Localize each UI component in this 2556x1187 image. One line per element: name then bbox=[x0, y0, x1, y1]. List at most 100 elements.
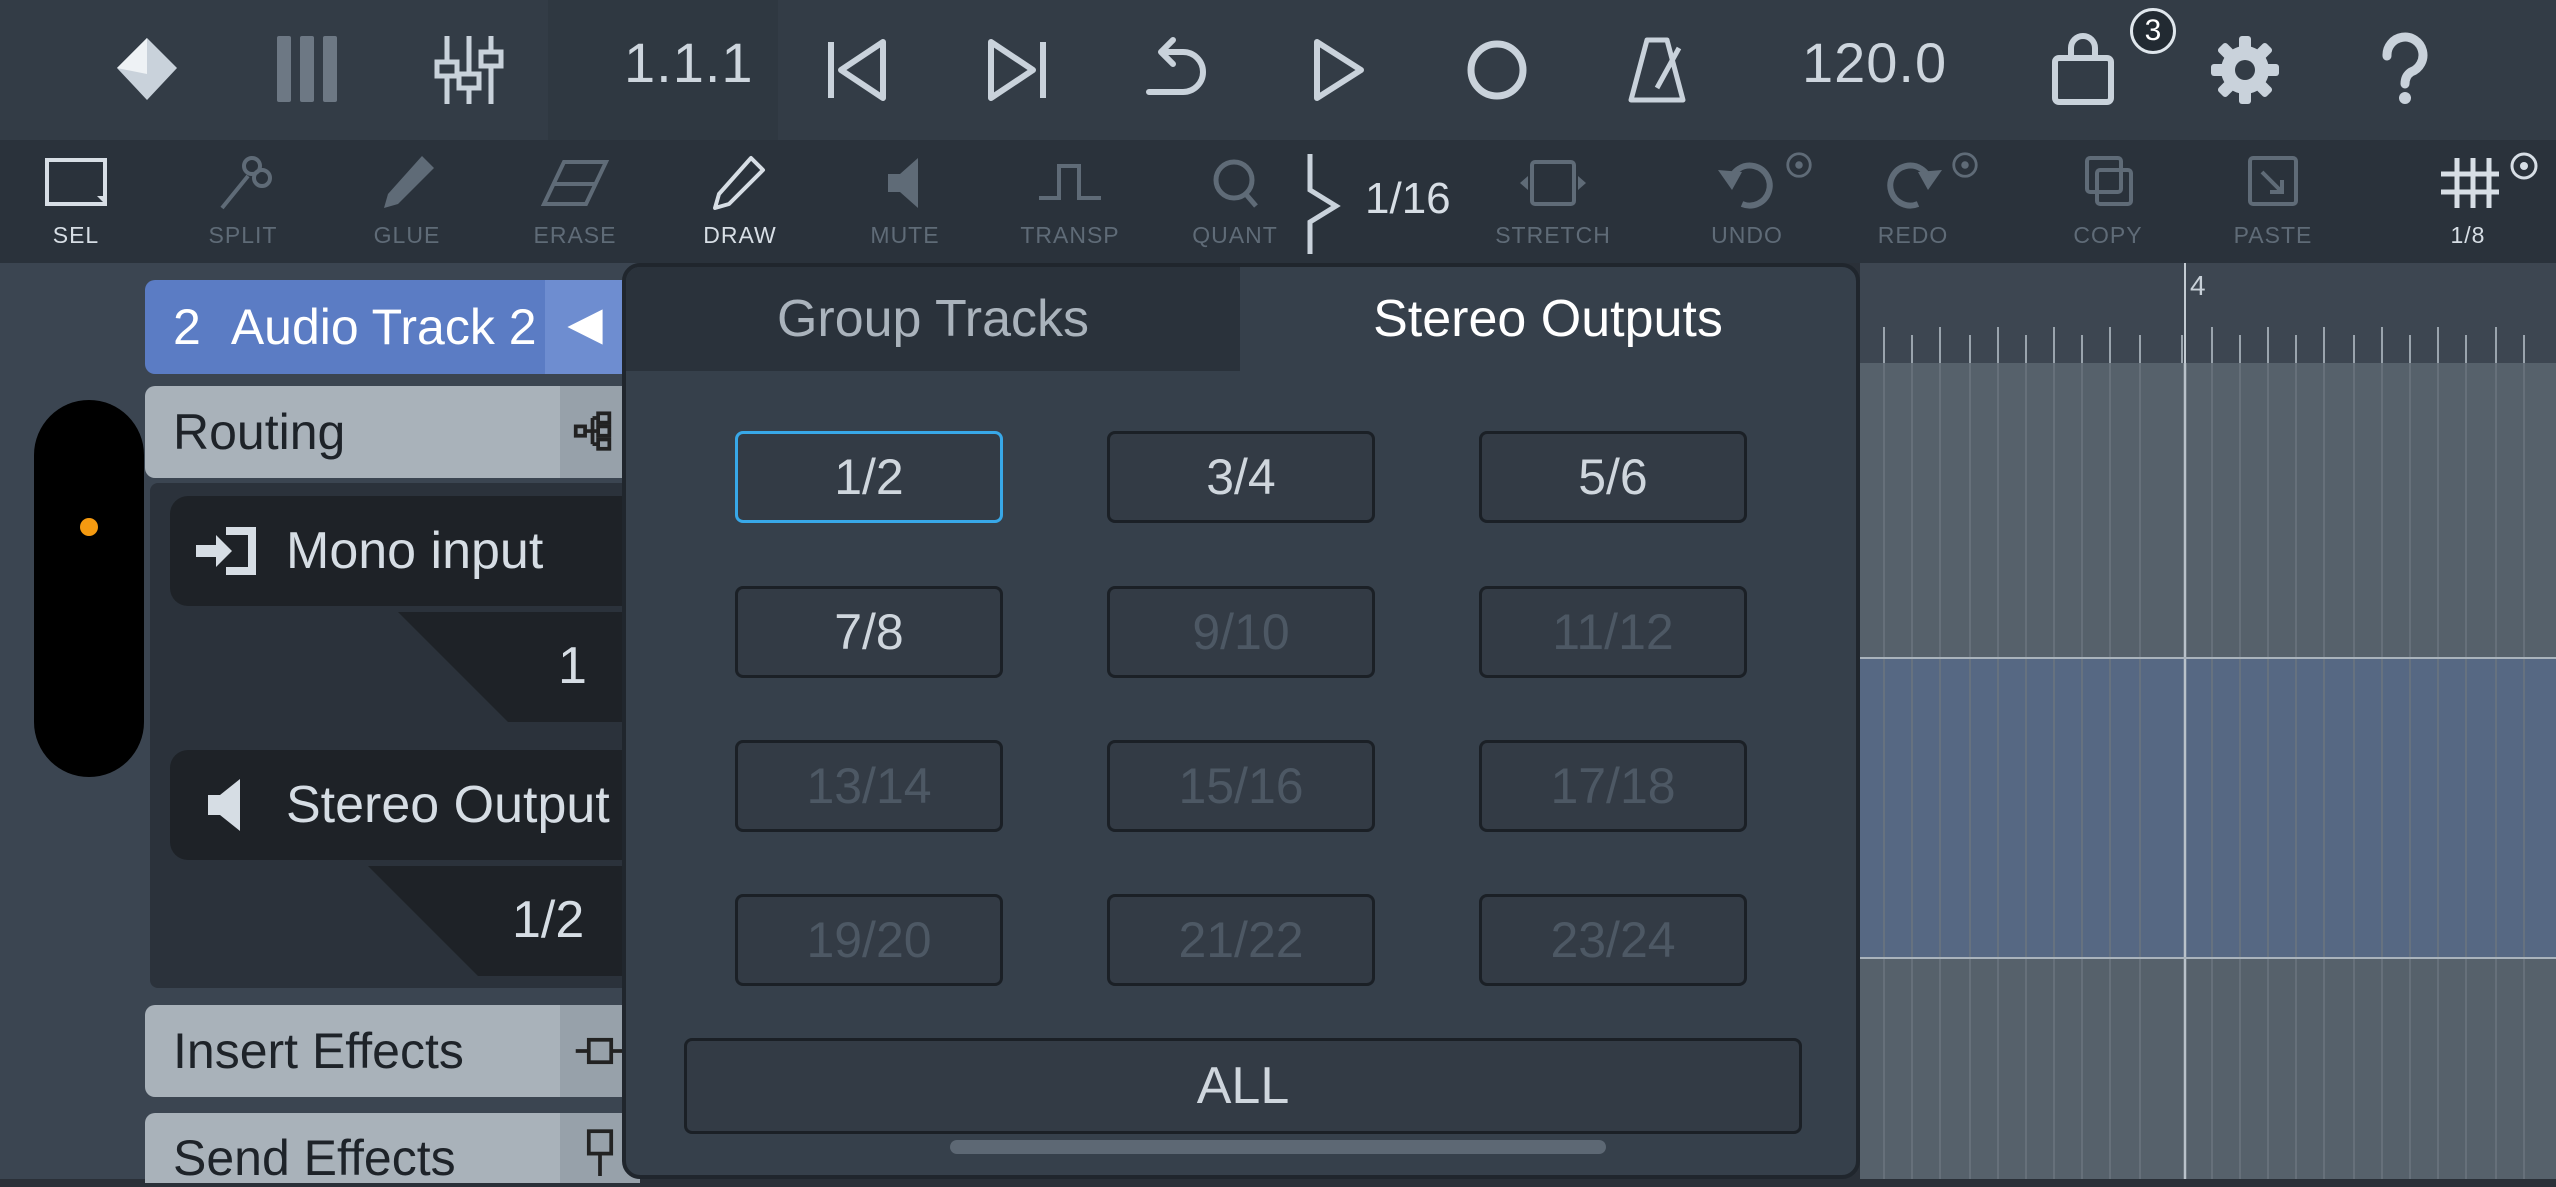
notification-badge: 3 bbox=[2130, 8, 2176, 54]
settings-button[interactable] bbox=[2190, 20, 2300, 120]
output-option[interactable]: 5/6 bbox=[1479, 431, 1747, 523]
track-name: Audio Track 2 bbox=[230, 299, 537, 355]
tab-group-tracks[interactable]: Group Tracks bbox=[626, 267, 1240, 371]
browser-button[interactable] bbox=[92, 20, 202, 120]
output-value: 1/2 bbox=[512, 891, 585, 949]
tool-label: 1/8 bbox=[2450, 222, 2486, 248]
undo-icon bbox=[1718, 162, 1773, 209]
output-option[interactable]: 1/2 bbox=[735, 431, 1003, 523]
cube-icon bbox=[117, 38, 177, 100]
routing-section[interactable]: Routing bbox=[145, 386, 640, 478]
tool-stretch[interactable]: STRETCH bbox=[1478, 152, 1628, 262]
tool-label: SEL bbox=[52, 222, 100, 248]
gear-icon bbox=[2211, 36, 2279, 104]
grid-options-icon bbox=[2510, 152, 2538, 180]
output-option[interactable]: 15/16 bbox=[1107, 740, 1375, 832]
tool-erase[interactable]: ERASE bbox=[500, 152, 650, 262]
redo-icon bbox=[1887, 162, 1942, 209]
tool-split[interactable]: SPLIT bbox=[168, 152, 318, 262]
stretch-icon bbox=[1520, 160, 1586, 206]
track-header[interactable]: 2 Audio Track 2 bbox=[145, 280, 625, 374]
track-number: 2 bbox=[173, 299, 201, 355]
output-option[interactable]: 3/4 bbox=[1107, 431, 1375, 523]
output-option[interactable]: 11/12 bbox=[1479, 586, 1747, 678]
popup-scroll-indicator[interactable] bbox=[950, 1140, 1606, 1154]
split-icon bbox=[220, 156, 272, 210]
tool-copy[interactable]: COPY bbox=[2033, 152, 2183, 262]
quantize-value[interactable]: 1/16 bbox=[1365, 174, 1451, 224]
input-selector[interactable]: Mono input bbox=[170, 496, 640, 606]
tool-label: STRETCH bbox=[1495, 222, 1611, 248]
draw-icon bbox=[713, 156, 765, 210]
tool-transpose[interactable]: TRANSP bbox=[995, 152, 1145, 262]
tab-stereo-outputs[interactable]: Stereo Outputs bbox=[1240, 267, 1856, 371]
paste-icon bbox=[2248, 156, 2298, 206]
section-label: Send Effects bbox=[173, 1130, 456, 1186]
lane-gridlines bbox=[1883, 363, 2525, 1179]
output-option[interactable]: 19/20 bbox=[735, 894, 1003, 986]
tempo-display[interactable]: 120.0 bbox=[1802, 30, 1947, 95]
routing-icon bbox=[573, 411, 612, 451]
shop-button[interactable] bbox=[2028, 20, 2138, 120]
forward-button[interactable] bbox=[962, 20, 1072, 120]
tool-draw[interactable]: DRAW bbox=[665, 152, 815, 262]
glue-icon bbox=[384, 156, 434, 208]
all-outputs-button[interactable]: ALL bbox=[684, 1038, 1802, 1134]
shopping-bag-icon bbox=[2052, 33, 2114, 105]
mixer-button[interactable] bbox=[414, 20, 524, 120]
tool-label: UNDO bbox=[1711, 222, 1783, 248]
lane-divider bbox=[1860, 957, 2556, 959]
ruler-bar-number: 4 bbox=[2190, 270, 2206, 301]
rewind-button[interactable] bbox=[802, 20, 912, 120]
output-option[interactable]: 9/10 bbox=[1107, 586, 1375, 678]
position-display[interactable]: 1.1.1 bbox=[624, 30, 754, 95]
loop-button[interactable] bbox=[1122, 20, 1232, 120]
question-icon bbox=[2382, 32, 2428, 104]
output-label: Stereo Output bbox=[286, 776, 610, 834]
record-button[interactable] bbox=[1442, 20, 1552, 120]
tool-quantize[interactable]: QUANT bbox=[1160, 152, 1310, 262]
output-option[interactable]: 21/22 bbox=[1107, 894, 1375, 986]
output-option[interactable]: 13/14 bbox=[735, 740, 1003, 832]
metronome-button[interactable] bbox=[1602, 20, 1712, 120]
tool-label: ERASE bbox=[533, 222, 617, 248]
insert-icon bbox=[575, 1037, 625, 1065]
output-selector[interactable]: Stereo Output bbox=[170, 750, 640, 860]
mute-icon bbox=[888, 158, 918, 208]
output-value-tab[interactable] bbox=[368, 866, 640, 976]
triangle-left-icon bbox=[567, 309, 603, 345]
quantize-icon bbox=[1213, 159, 1258, 208]
play-button[interactable] bbox=[1282, 20, 1392, 120]
loop-icon bbox=[1146, 37, 1206, 95]
collapse-button[interactable] bbox=[545, 280, 625, 374]
mixer-icon bbox=[434, 36, 504, 104]
piano-button[interactable] bbox=[252, 20, 362, 120]
input-value-tab[interactable] bbox=[398, 612, 640, 722]
grid-icon bbox=[2441, 158, 2499, 208]
erase-icon bbox=[540, 160, 610, 206]
insert-effects-section[interactable]: Insert Effects bbox=[145, 1005, 640, 1097]
section-label: Insert Effects bbox=[173, 1023, 464, 1079]
output-option[interactable]: 7/8 bbox=[735, 586, 1003, 678]
piano-icon bbox=[277, 36, 337, 102]
send-effects-section[interactable]: Send Effects bbox=[145, 1113, 640, 1186]
tool-paste[interactable]: PASTE bbox=[2198, 152, 2348, 262]
tool-label: COPY bbox=[2073, 222, 2143, 248]
undo-history-icon bbox=[1786, 152, 1812, 178]
section-label: Routing bbox=[173, 404, 346, 460]
help-button[interactable] bbox=[2350, 20, 2460, 120]
track-scroller[interactable] bbox=[34, 400, 144, 777]
tool-bar: SEL SPLIT GLUE ERASE DRAW MUTE TRANSP QU… bbox=[0, 140, 2556, 263]
input-label: Mono input bbox=[286, 522, 544, 580]
skip-forward-icon bbox=[988, 39, 1046, 101]
metronome-icon bbox=[1628, 37, 1686, 103]
tool-mute[interactable]: MUTE bbox=[830, 152, 980, 262]
redo-history-icon bbox=[1952, 152, 1978, 178]
output-option[interactable]: 17/18 bbox=[1479, 740, 1747, 832]
tool-glue[interactable]: GLUE bbox=[332, 152, 482, 262]
output-option[interactable]: 23/24 bbox=[1479, 894, 1747, 986]
play-icon bbox=[1314, 39, 1364, 101]
tool-select[interactable]: SEL bbox=[1, 152, 151, 262]
tool-label: DRAW bbox=[703, 222, 777, 248]
transport-bar: 1.1.1 120.0 3 bbox=[0, 0, 2556, 140]
